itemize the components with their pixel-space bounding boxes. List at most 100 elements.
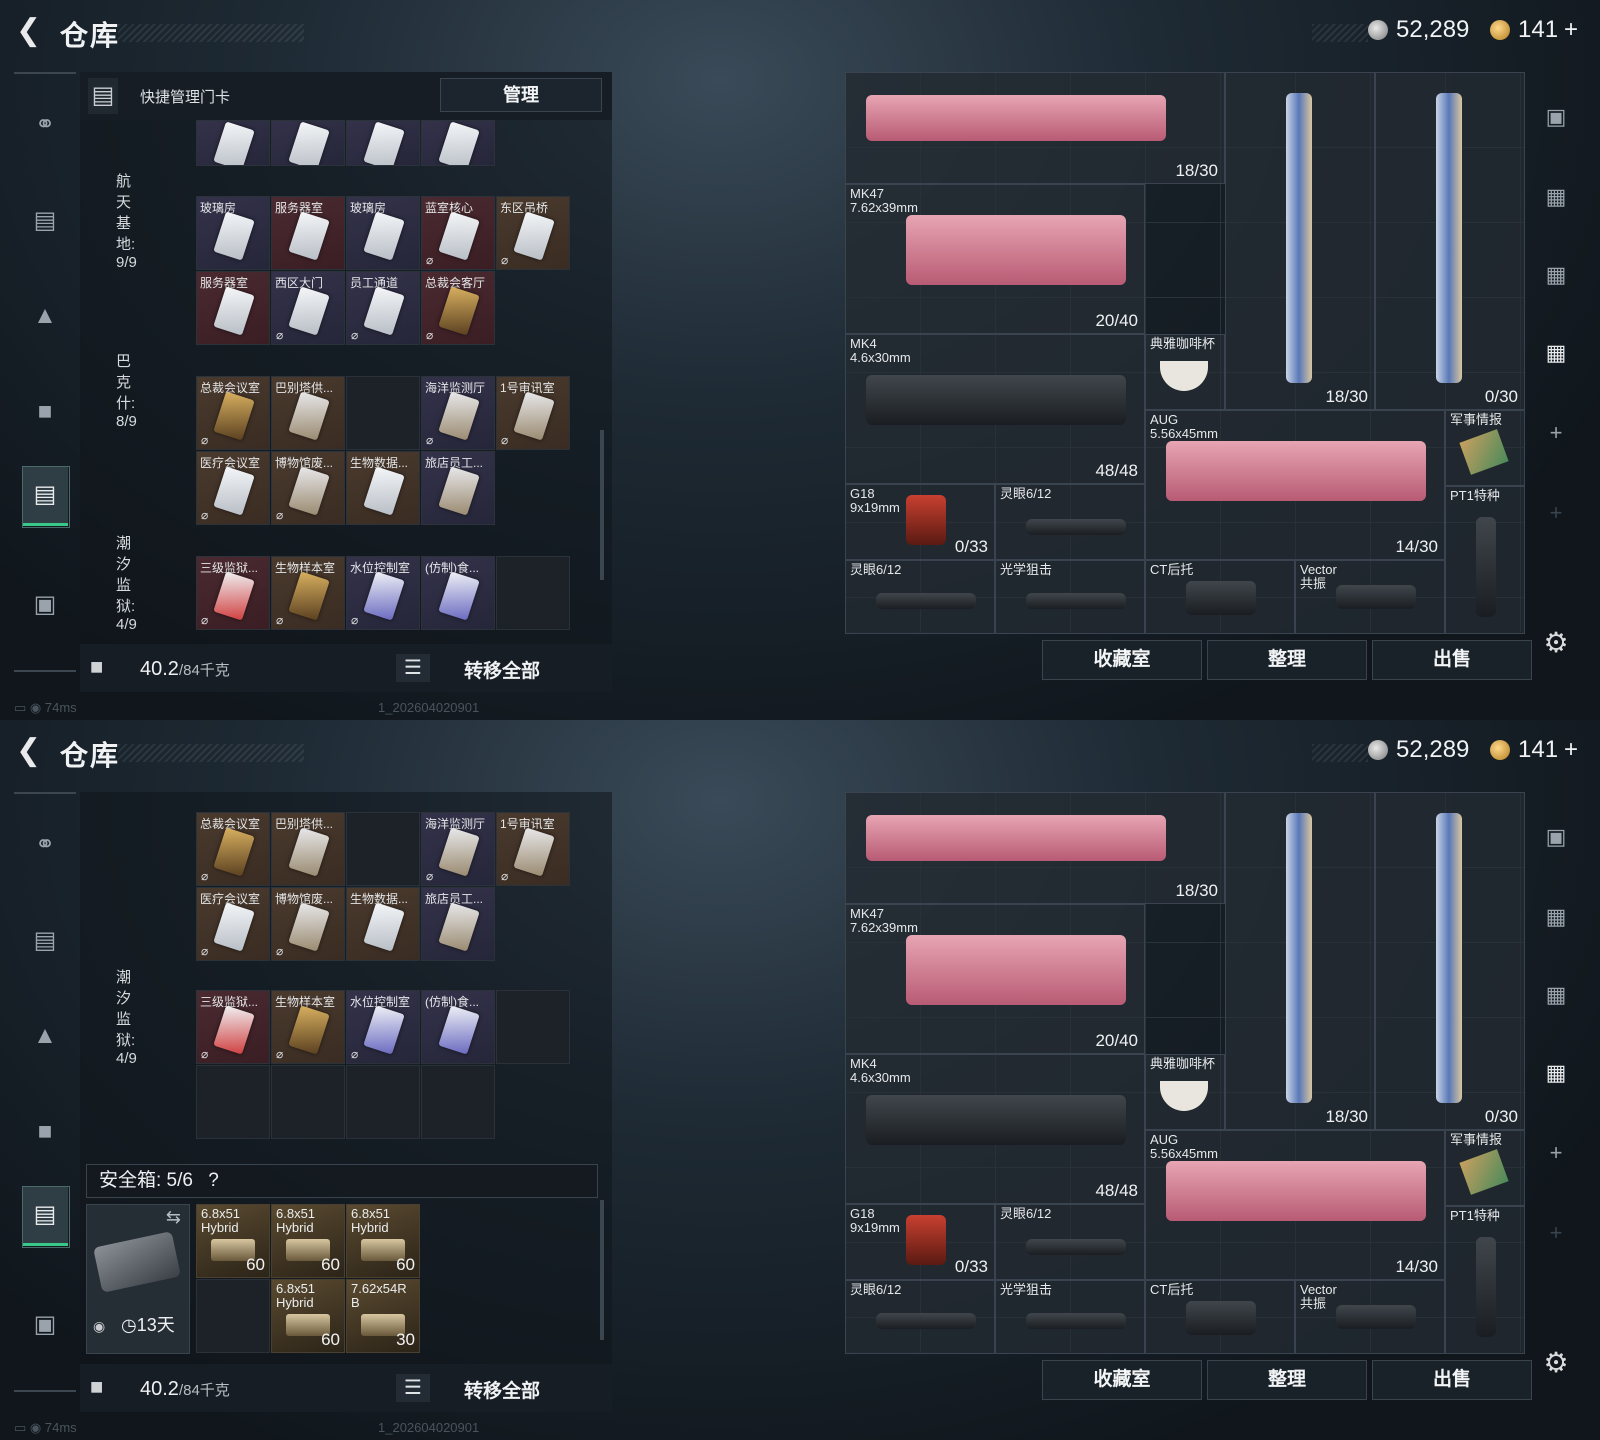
stash-item[interactable]: CT后托	[1145, 1280, 1295, 1354]
keycard-slot[interactable]: 三级监狱... ⌀	[196, 556, 270, 630]
stash-item[interactable]: 军事情报	[1445, 410, 1525, 486]
safebox-case[interactable]: ⇆ ◉ ◷13天	[86, 1204, 190, 1354]
keycard-slot[interactable]: 生物数据...	[346, 887, 420, 961]
storage-iv-icon[interactable]: ▦	[1540, 1060, 1572, 1092]
list-view-icon[interactable]: ☰	[396, 1374, 430, 1402]
storage-v-icon[interactable]: ▦	[1540, 184, 1572, 216]
add-storage-icon[interactable]: +	[1540, 420, 1572, 452]
scrollbar[interactable]	[600, 430, 604, 580]
keycard-slot[interactable]: 生物样本室 ⌀	[271, 556, 345, 630]
keycard-slot[interactable]	[496, 990, 570, 1064]
help-icon[interactable]: ?	[208, 1170, 219, 1191]
keycard-slot[interactable]: 总裁会议室 ⌀	[196, 376, 270, 450]
back-arrow-icon[interactable]: ❮	[16, 16, 48, 48]
armor-tab-icon[interactable]: ▤	[22, 910, 68, 970]
list-view-icon[interactable]: ☰	[396, 654, 430, 682]
stash-item[interactable]: AUG 5.56x45mm 14/30	[1145, 1130, 1445, 1280]
keycard-slot[interactable]: 服务器室	[271, 196, 345, 270]
keycard-slot[interactable]: 医疗会议室 ⌀	[196, 451, 270, 525]
keycard-slot[interactable]	[346, 1065, 420, 1139]
swap-icon[interactable]: ⇆	[166, 1207, 181, 1228]
keycard-slot[interactable]: 东区吊桥 ⌀	[496, 196, 570, 270]
storage-a-icon[interactable]: ▦	[1540, 982, 1572, 1014]
stash-item[interactable]: 光学狙击	[995, 1280, 1145, 1354]
stash-item[interactable]: G18 9x19mm 0/33	[845, 484, 995, 560]
keycard-slot[interactable]: 生物数据...	[346, 451, 420, 525]
storage-icon[interactable]: ▣	[1540, 824, 1572, 856]
keycard-slot[interactable]: (仿制)食...	[421, 556, 495, 630]
keycard-slot[interactable]	[196, 1065, 270, 1139]
keycard-slot[interactable]: 生物样本室 ⌀	[271, 990, 345, 1064]
stash-item[interactable]: 0/30	[1375, 792, 1525, 1130]
weapon-tab-icon[interactable]: ⚭	[22, 94, 68, 154]
ammo-slot[interactable]: 6.8x51 Hybrid 60	[346, 1204, 420, 1278]
ammo-slot[interactable]: 7.62x54R B 30	[346, 1279, 420, 1353]
stash-item[interactable]: PT1特种	[1445, 486, 1525, 634]
keycard-slot[interactable]: 巴别塔供...	[271, 376, 345, 450]
sell-button-2[interactable]: 出售	[1372, 1360, 1532, 1400]
toolbox-tab-icon[interactable]: ▣	[22, 574, 68, 634]
transfer-all-button-2[interactable]: 转移全部	[464, 1376, 540, 1403]
scrollbar-2[interactable]	[600, 1200, 604, 1340]
keycard-slot[interactable]: 海洋监测厅 ⌀	[421, 376, 495, 450]
keycard-slot[interactable]: 玻璃房	[196, 196, 270, 270]
keycard-slot[interactable]	[421, 1065, 495, 1139]
helmet-tab-icon[interactable]: ▲	[22, 1006, 68, 1066]
keycard-slot[interactable]: 水位控制室 ⌀	[346, 556, 420, 630]
storage-iv-icon[interactable]: ▦	[1540, 340, 1572, 372]
stash-item[interactable]: 光学狙击	[995, 560, 1145, 634]
keycard-slot[interactable]: 医疗会议室 ⌀	[196, 887, 270, 961]
keycard-slot[interactable]: 1号审讯室 ⌀	[496, 812, 570, 886]
stash-item[interactable]: CT后托	[1145, 560, 1295, 634]
add-currency-icon[interactable]: +	[1564, 16, 1578, 44]
keycard-slot[interactable]: 西区大门 ⌀	[271, 271, 345, 345]
settings-gear-icon[interactable]: ⚙	[1540, 626, 1572, 658]
stash-item[interactable]: 18/30	[1225, 72, 1375, 410]
stash-item[interactable]: MK47 7.62x39mm 20/40	[845, 904, 1145, 1054]
transfer-all-button[interactable]: 转移全部	[464, 656, 540, 683]
stash-item[interactable]: 0/30	[1375, 72, 1525, 410]
backpack-tab-icon[interactable]: ■	[22, 382, 68, 442]
keycard-slot[interactable]	[271, 1065, 345, 1139]
add-currency-icon[interactable]: +	[1564, 736, 1578, 764]
keycard-slot[interactable]: 总裁会议室 ⌀	[196, 812, 270, 886]
stash-item[interactable]: 灵眼6/12	[995, 484, 1145, 560]
stash-item[interactable]: 18/30	[845, 792, 1225, 904]
keycard-slot[interactable]: 1号审讯室 ⌀	[496, 376, 570, 450]
stash-item[interactable]: 18/30	[845, 72, 1225, 184]
stash-item[interactable]: PT1特种	[1445, 1206, 1525, 1354]
add-storage-icon[interactable]: +	[1540, 1140, 1572, 1172]
keycard-slot[interactable]: 服务器室	[196, 271, 270, 345]
stash-item[interactable]: 灵眼6/12	[845, 1280, 995, 1354]
keycard-slot[interactable]: 旅店员工...	[421, 887, 495, 961]
ammo-slot[interactable]: 6.8x51 Hybrid 60	[271, 1204, 345, 1278]
collection-room-button-2[interactable]: 收藏室	[1042, 1360, 1202, 1400]
helmet-tab-icon[interactable]: ▲	[22, 286, 68, 346]
toolbox-tab-icon[interactable]: ▣	[22, 1294, 68, 1354]
currency-gold[interactable]: 141 +	[1490, 16, 1578, 44]
keycard-slot[interactable]: 海洋监测厅 ⌀	[421, 812, 495, 886]
keycard-slot[interactable]	[496, 556, 570, 630]
keycard-slot[interactable]: 博物馆废... ⌀	[271, 887, 345, 961]
keycard-slot[interactable]: 巴别塔供...	[271, 812, 345, 886]
storage-icon[interactable]: ▣	[1540, 104, 1572, 136]
keycard-slot[interactable]: 旅店员工...	[421, 451, 495, 525]
keycard-tab-icon[interactable]: ▤	[22, 466, 70, 528]
keycard-slot[interactable]: 三级监狱... ⌀	[196, 990, 270, 1064]
keycard-slot[interactable]	[421, 120, 495, 166]
stash-item[interactable]: G18 9x19mm 0/33	[845, 1204, 995, 1280]
keycard-slot[interactable]: 博物馆废... ⌀	[271, 451, 345, 525]
sort-button[interactable]: 整理	[1207, 640, 1367, 680]
ammo-slot[interactable]: 6.8x51 Hybrid 60	[196, 1204, 270, 1278]
keycard-slot[interactable]: (仿制)食...	[421, 990, 495, 1064]
storage-a-icon[interactable]: ▦	[1540, 262, 1572, 294]
stash-item[interactable]: 灵眼6/12	[845, 560, 995, 634]
stash-item[interactable]: 18/30	[1225, 792, 1375, 1130]
back-arrow-icon[interactable]: ❮	[16, 736, 48, 768]
settings-gear-icon[interactable]: ⚙	[1540, 1346, 1572, 1378]
keycard-slot[interactable]	[346, 812, 420, 886]
collection-room-button[interactable]: 收藏室	[1042, 640, 1202, 680]
keycard-tab-icon[interactable]: ▤	[22, 1186, 70, 1248]
sell-button[interactable]: 出售	[1372, 640, 1532, 680]
stash-item[interactable]: 典雅咖啡杯	[1145, 334, 1225, 410]
